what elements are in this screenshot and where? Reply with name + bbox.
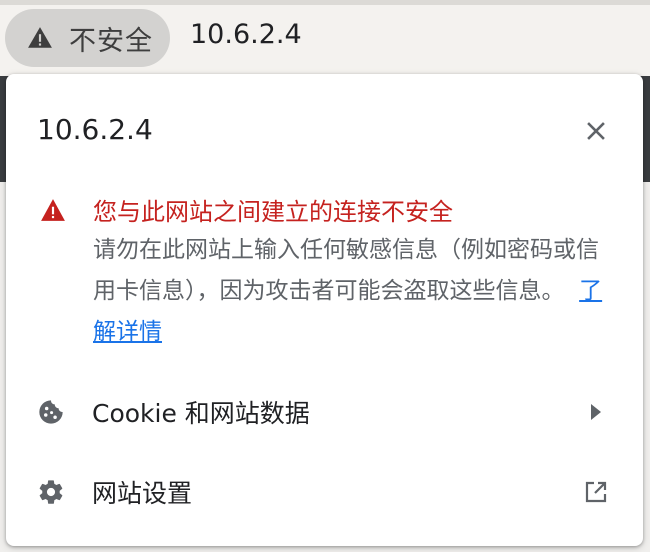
security-title: 您与此网站之间建立的连接不安全 <box>93 198 453 226</box>
security-chip[interactable]: 不安全 <box>5 9 170 67</box>
site-settings-row[interactable]: 网站设置 <box>6 456 643 526</box>
toolbar-edge <box>0 0 650 5</box>
cookies-row[interactable]: Cookie 和网站数据 <box>6 376 643 446</box>
page-info-popup: 10.6.2.4 您与此网站之间建立的连接不安全 请勿在此网站上输入任何敏感信息… <box>6 74 643 546</box>
security-chip-label: 不安全 <box>69 25 153 57</box>
warning-icon <box>28 27 52 48</box>
url-text[interactable]: 10.6.2.4 <box>190 19 302 50</box>
site-title: 10.6.2.4 <box>37 113 153 146</box>
cookies-row-label: Cookie 和网站数据 <box>92 399 310 428</box>
security-description: 请勿在此网站上输入任何敏感信息（例如密码或信用卡信息），因为攻击者可能会盗取这些… <box>93 230 613 353</box>
omnibox: 不安全 10.6.2.4 <box>0 0 650 76</box>
chevron-right-icon <box>591 404 601 420</box>
close-icon[interactable] <box>584 119 608 143</box>
warning-icon <box>41 199 65 221</box>
open-in-new-icon <box>585 481 607 503</box>
site-settings-row-label: 网站设置 <box>92 479 193 508</box>
cookie-icon <box>39 400 63 424</box>
security-description-text: 请勿在此网站上输入任何敏感信息（例如密码或信用卡信息），因为攻击者可能会盗取这些… <box>93 237 599 304</box>
gear-icon <box>39 480 63 504</box>
